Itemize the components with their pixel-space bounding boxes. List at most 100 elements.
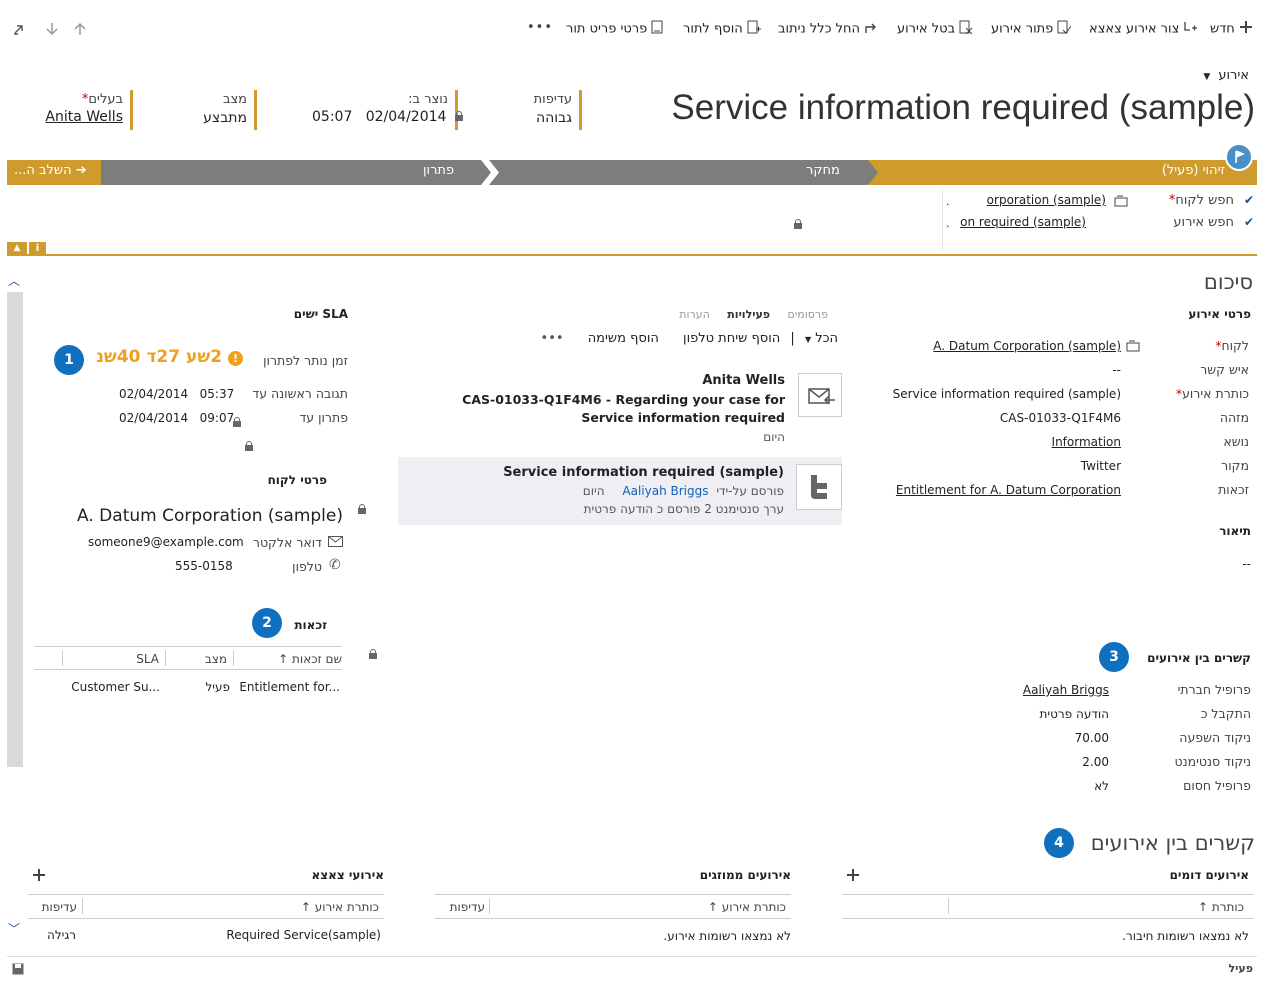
stage-resolve-label: פתרון [423, 163, 455, 178]
add-similar-case-button[interactable] [846, 868, 860, 885]
step-customer-link[interactable]: orporation (sample) [987, 193, 1106, 207]
col-similar-title[interactable]: כותרת ↑ [1198, 900, 1244, 914]
filter-all-dropdown[interactable]: הכל ▼ [805, 331, 838, 346]
filter-all-label: הכל [815, 331, 838, 346]
arrow-down-icon[interactable] [45, 22, 59, 36]
priority-value: גבוהה [536, 110, 572, 126]
posted-by-label: פורסם על-ידי [716, 484, 784, 498]
next-stage-button[interactable]: ➔ השלב ה... [14, 163, 87, 178]
created-on-label: נוצר ב: [408, 92, 448, 107]
apply-routing-rule-button[interactable]: החל כלל ניתוב [778, 20, 878, 38]
field-label-text: מקור [1221, 458, 1249, 473]
case-field-value[interactable]: A. Datum Corporation (sample) [933, 339, 1121, 353]
first-response-time: 05:37 [199, 387, 235, 401]
badge-2: 2 [252, 608, 282, 638]
arrow-left-icon: ➔ [75, 163, 87, 178]
relation-field-value[interactable]: Aaliyah Briggs [1023, 683, 1109, 697]
case-field-value[interactable]: Information [1052, 435, 1121, 449]
tab-posts[interactable]: פרסומים [788, 308, 828, 321]
scroll-up-icon[interactable]: ︿ [8, 272, 20, 289]
arrow-up-icon[interactable] [73, 22, 87, 36]
step-prefix: . [946, 195, 950, 208]
customer-phone-link[interactable]: 555-0158 [175, 559, 233, 573]
col-entitlement-sla[interactable]: SLA [136, 652, 159, 666]
collapse-process-button[interactable]: ▲ [7, 242, 27, 255]
scroll-down-icon[interactable]: ﹀ [8, 920, 20, 937]
queue-item-details-button[interactable]: פרטי פריט תור [566, 20, 663, 38]
customer-email-link[interactable]: someone9@example.com [88, 535, 244, 549]
social-tabs: פרסומים פעילויות הערות [679, 308, 828, 321]
routing-arrow-icon [864, 20, 878, 38]
phone-label: טלפון [292, 559, 322, 574]
col-child-title[interactable]: כותרת אירוע ↑ [301, 900, 379, 914]
collapse-icon[interactable] [12, 22, 26, 36]
email-icon [798, 373, 842, 417]
add-to-queue-button[interactable]: הוסף לתור [683, 20, 761, 38]
add-child-case-button[interactable] [32, 868, 46, 885]
entity-selector[interactable]: אירוע ▼ [1203, 68, 1249, 83]
more-commands-button[interactable]: ••• [527, 20, 553, 35]
relation-field-label: ניקוד סנטימנט [1174, 754, 1252, 769]
relation-field-value: 70.00 [1074, 731, 1109, 745]
case-relations-title: קשרים בין אירועים [1147, 651, 1251, 665]
create-child-case-button[interactable]: צור אירוע צאצא [1089, 20, 1198, 38]
cancel-case-button[interactable]: בטל אירוע [897, 20, 973, 38]
owner-link[interactable]: Anita Wells [45, 109, 123, 125]
case-field-value[interactable]: Entitlement for A. Datum Corporation [896, 483, 1121, 497]
field-label-text: כותרת אירוע [1182, 386, 1249, 401]
activity-social-post[interactable]: Service information required (sample) פו… [398, 457, 842, 525]
activities-toolbar: הכל ▼ | הוסף שיחת טלפון הוסף משימה ••• [540, 331, 838, 346]
col-label: כותרת אירוע [314, 900, 379, 914]
resolve-case-label: פתור אירוע [991, 21, 1054, 37]
create-child-case-label: צור אירוע צאצא [1089, 21, 1180, 37]
add-phone-call-button[interactable]: הוסף שיחת טלפון [683, 331, 780, 346]
stage-research[interactable] [101, 160, 878, 185]
col-entitlement-status[interactable]: מצב [205, 652, 227, 666]
relation-field-label: התקבל כ [1200, 706, 1251, 721]
col-entitlement-name[interactable]: שם זכאות ↑ [278, 652, 342, 666]
more-activities-button[interactable]: ••• [541, 331, 564, 346]
created-time: 05:07 [312, 109, 353, 125]
first-response-value: 05:37 02/04/2014 [119, 387, 234, 401]
time-remaining-text: 2שע 27ד 40שנ [96, 347, 223, 367]
col-merged-priority[interactable]: עדיפות [450, 900, 485, 914]
step-label-text: חפש לקוח [1175, 193, 1234, 208]
case-details-fields: לקוח* A. Datum Corporation (sample) איש קש… [0, 0, 1277, 497]
step-case-link[interactable]: on required (sample) [960, 215, 1086, 229]
scroll-track[interactable] [7, 292, 23, 767]
owner-label: בעלים* [82, 92, 123, 107]
entitlement-status: פעיל [205, 680, 230, 694]
customer-details-title: פרטי לקוח [267, 473, 327, 487]
tab-activities[interactable]: פעילויות [727, 308, 770, 321]
new-button[interactable]: חדש [1210, 20, 1253, 38]
post-author-link[interactable]: Aaliyah Briggs [622, 484, 708, 498]
table-row[interactable]: Entitlement for... פעיל Customer Su... [34, 680, 342, 696]
case-details-title: פרטי אירוע [1188, 307, 1251, 321]
add-task-button[interactable]: הוסף משימה [588, 331, 659, 346]
case-field-label: כותרת אירוע* [1176, 386, 1249, 401]
resolve-case-button[interactable]: פתור אירוע [991, 20, 1072, 38]
col-child-priority[interactable]: עדיפות [42, 900, 77, 914]
stage-identify-label[interactable]: זיהוי (פעיל) [1162, 163, 1225, 178]
info-icon[interactable]: i [29, 242, 46, 255]
account-icon [1114, 195, 1128, 210]
plus-icon [1239, 20, 1253, 38]
save-icon[interactable] [12, 963, 24, 978]
relation-field-label: פרופיל חסום [1183, 778, 1251, 793]
flag-icon[interactable] [1225, 143, 1253, 171]
post-sentiment: ערך סנטימנט 2 פורסם כ הודעה פרטית [583, 502, 784, 516]
new-label: חדש [1210, 21, 1235, 37]
col-label: כותרת [1211, 900, 1244, 914]
status-label: מצב [222, 92, 247, 107]
queue-add-icon [747, 20, 761, 38]
case-field-label: נושא [1223, 434, 1249, 449]
tab-notes[interactable]: הערות [679, 308, 710, 321]
activity-email[interactable]: Anita Wells CAS-01033-Q1F4M6 - Regarding… [398, 368, 842, 452]
chevron-down-icon: ▼ [804, 335, 812, 344]
time-remaining-value: ! 2שע 27ד 40שנ [96, 347, 243, 367]
process-collapse-bar [7, 254, 1257, 256]
stage-research-label: מחקר [806, 163, 840, 178]
col-merged-title[interactable]: כותרת אירוע ↑ [708, 900, 786, 914]
table-row[interactable]: Required Service(sample) רגילה [28, 928, 384, 944]
add-to-queue-label: הוסף לתור [683, 21, 743, 37]
